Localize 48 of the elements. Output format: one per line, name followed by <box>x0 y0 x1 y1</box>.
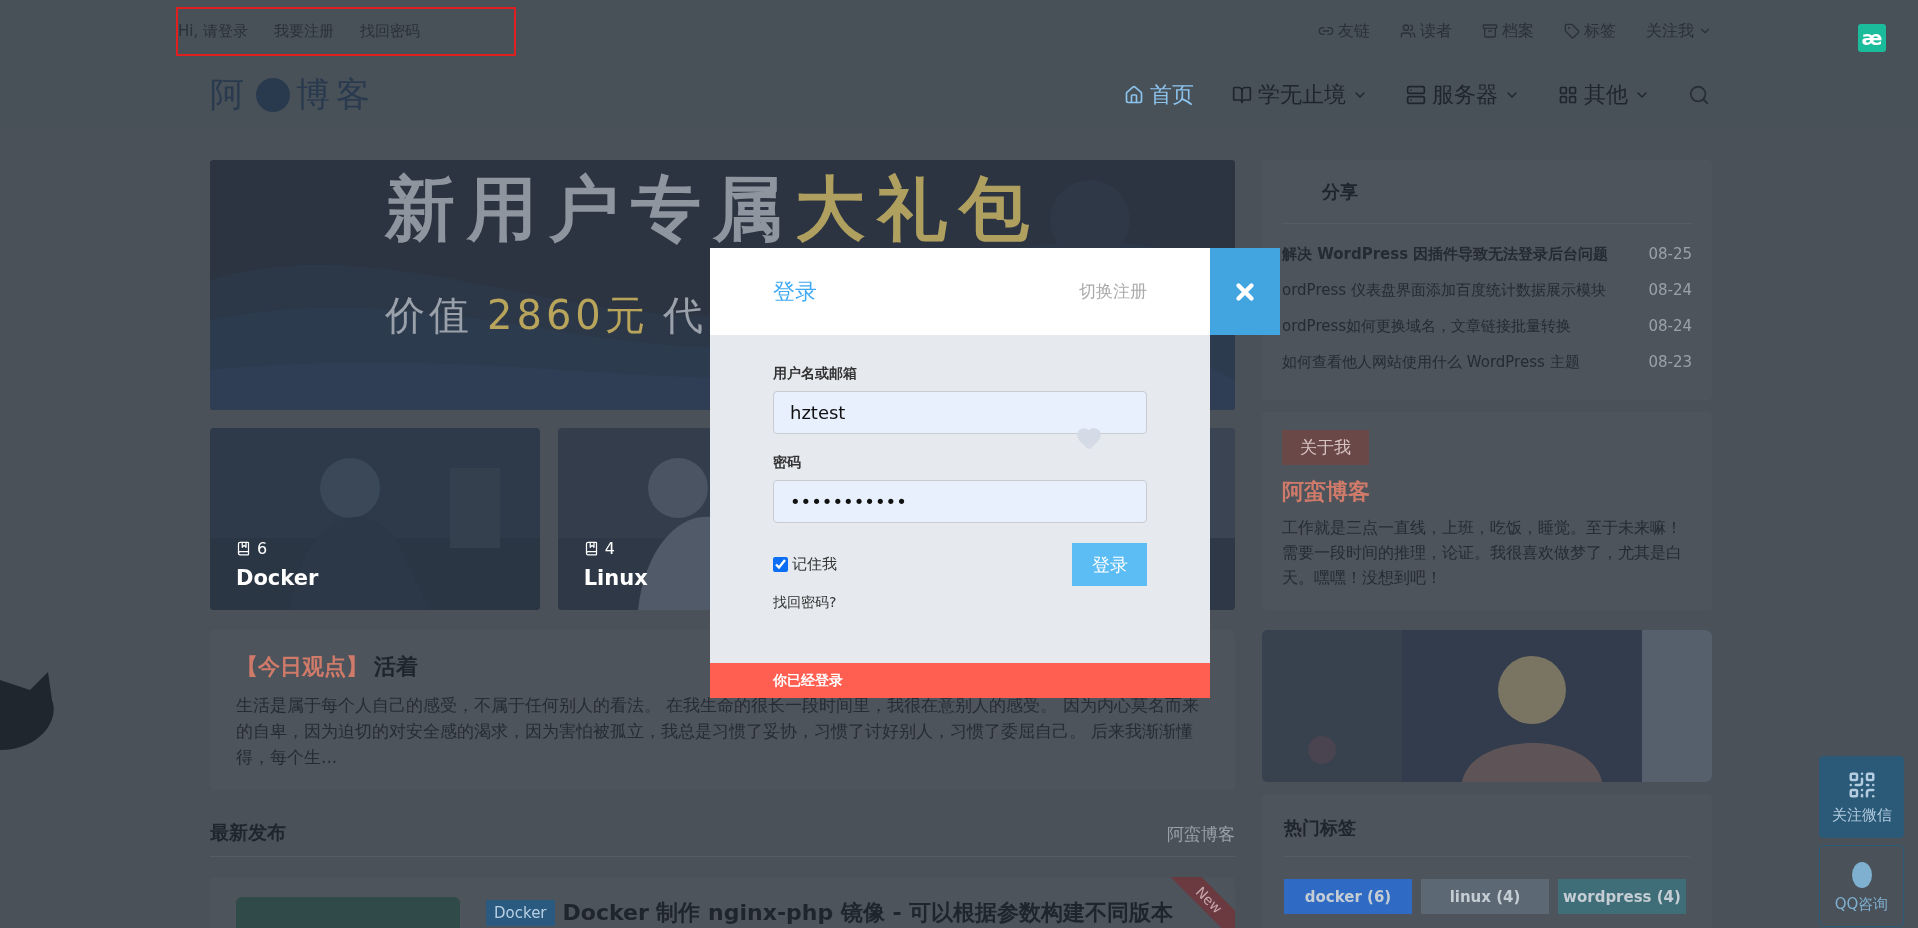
section-caption: 阿蛮博客 <box>1167 823 1235 846</box>
close-button[interactable] <box>1210 248 1280 335</box>
input-field[interactable]: hztest <box>773 391 1147 434</box>
book-icon <box>236 541 251 556</box>
float-button[interactable]: QQ咨询 <box>1819 845 1904 927</box>
card-title: Docker <box>236 566 320 590</box>
tag-chip[interactable]: linux (4) <box>1421 879 1549 914</box>
archive-icon <box>1482 23 1498 39</box>
home-icon <box>1124 85 1144 105</box>
tag-icon <box>1564 23 1580 39</box>
post-date: 08-24 <box>1648 281 1692 299</box>
tag-chip[interactable]: wordpress (4) <box>1558 879 1686 914</box>
card-title: Linux <box>583 566 649 590</box>
post-date: 08-25 <box>1648 245 1692 263</box>
users-icon <box>1400 23 1416 39</box>
status-bar: 你已经登录 <box>710 663 1210 698</box>
author-name: 阿蛮博客 <box>1282 478 1371 506</box>
field-label: 密码 <box>773 454 802 472</box>
banner-price: 2860元 <box>487 291 649 340</box>
about-badge: 关于我 <box>1282 430 1369 465</box>
post-date: 08-24 <box>1648 317 1692 335</box>
heart-icon <box>1076 425 1102 451</box>
book-icon <box>583 541 599 556</box>
category-tag[interactable]: Docker <box>486 900 555 926</box>
nav-item[interactable]: 首页 <box>1124 80 1194 110</box>
grid-icon <box>1558 85 1578 105</box>
dialog-tab[interactable]: 切换注册 <box>1079 280 1147 303</box>
server-icon <box>1406 85 1426 105</box>
post-count: 6 <box>236 539 514 558</box>
banner-text: 代 <box>662 291 707 340</box>
category-card[interactable]: 6 Docker <box>210 428 540 610</box>
post-date: 08-23 <box>1648 353 1692 371</box>
search-icon[interactable] <box>1688 84 1710 106</box>
banner-headline: 新用户专属 大礼包 <box>385 174 1041 244</box>
remember-checkbox[interactable] <box>773 557 788 572</box>
field-label: 用户名或邮箱 <box>773 365 858 383</box>
checkbox-label[interactable]: 记住我 <box>792 555 837 574</box>
forgot-password-link[interactable]: 找回密码? <box>773 594 837 612</box>
banner-text: 价值 <box>385 291 473 340</box>
book-icon <box>1232 85 1252 105</box>
login-button[interactable]: 登录 <box>1072 543 1147 586</box>
extension-icon[interactable]: æ <box>1858 24 1886 52</box>
seal-icon <box>256 78 290 112</box>
tag-chip[interactable]: docker (6) <box>1284 879 1412 914</box>
input-field[interactable]: ••••••••••• <box>773 480 1147 523</box>
dialog-tab[interactable]: 登录 <box>773 276 817 307</box>
opinion-tag: 【今日观点】 <box>236 652 368 682</box>
float-button[interactable]: 关注微信 <box>1819 756 1904 838</box>
